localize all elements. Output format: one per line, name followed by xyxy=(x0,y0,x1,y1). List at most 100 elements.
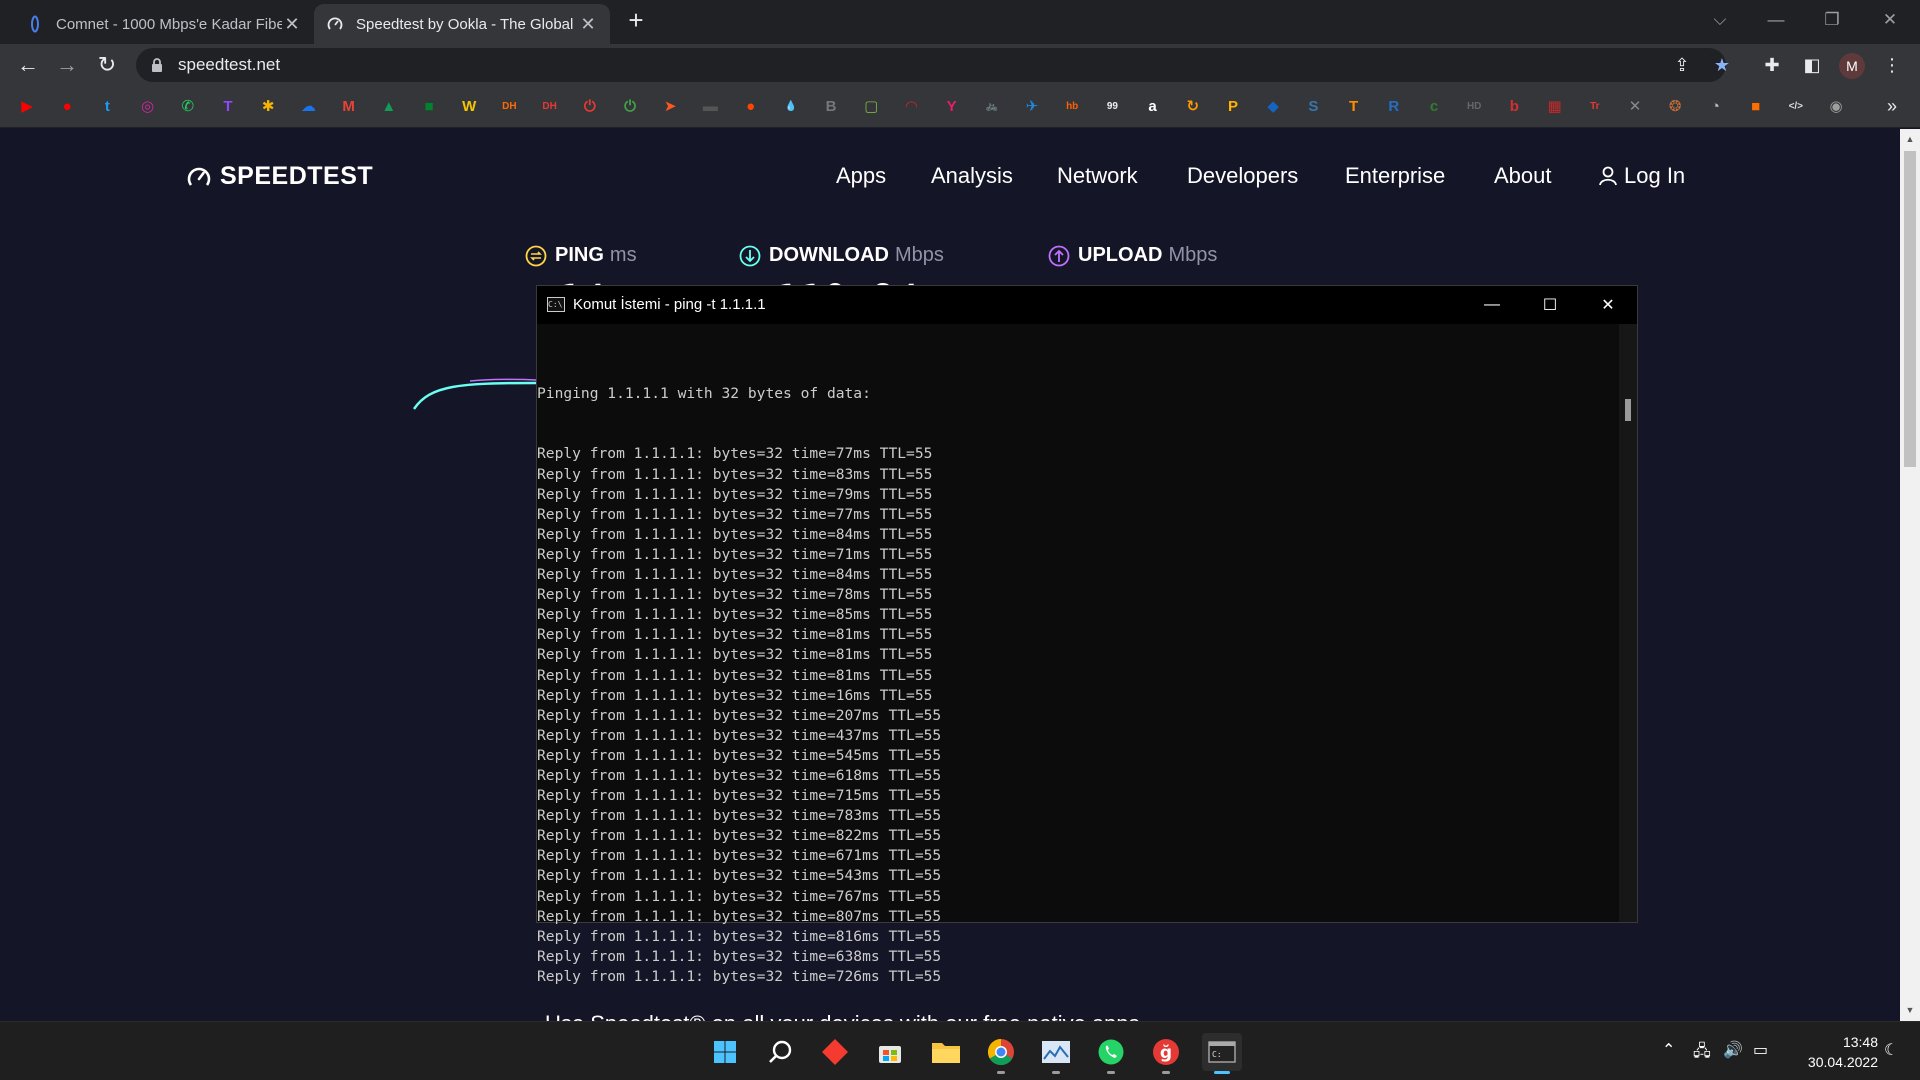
gauge-icon[interactable]: ◠ xyxy=(901,97,922,117)
page-scrollbar[interactable]: ▲ ▼ xyxy=(1900,129,1920,1021)
terminal-title-bar[interactable]: C:\ Komut İstemi - ping -t 1.1.1.1 — ☐ ✕ xyxy=(537,286,1637,324)
reload-button[interactable]: ↻ xyxy=(93,51,121,79)
close-tab-icon[interactable]: ✕ xyxy=(282,14,302,35)
scrollbar-thumb[interactable] xyxy=(1904,151,1916,467)
bike-icon[interactable]: 🚲 xyxy=(981,97,1002,117)
nav-network[interactable]: Network xyxy=(1057,163,1138,189)
hb-icon[interactable]: hb xyxy=(1062,97,1083,117)
amazon-icon[interactable]: a xyxy=(1142,97,1163,117)
refresh-orange-icon[interactable]: ↻ xyxy=(1182,97,1203,117)
globe-icon[interactable]: ◉ xyxy=(1826,97,1846,117)
drive-icon[interactable]: ▲ xyxy=(378,97,399,117)
99-icon[interactable]: 99 xyxy=(1102,97,1123,117)
nav-about[interactable]: About xyxy=(1494,163,1552,189)
taskbar-whatsapp[interactable] xyxy=(1091,1033,1131,1074)
w-icon[interactable]: W xyxy=(459,97,480,117)
terminal-maximize-icon[interactable]: ☐ xyxy=(1521,286,1579,324)
scroll-down-arrow-icon[interactable]: ▼ xyxy=(1905,1005,1915,1015)
tr-icon[interactable]: Tr xyxy=(1584,97,1605,117)
taskbar-red-app[interactable]: ğ xyxy=(1146,1033,1186,1074)
green-c-icon[interactable]: c xyxy=(1424,97,1444,117)
terminal-output[interactable]: Pinging 1.1.1.1 with 32 bytes of data: R… xyxy=(537,344,1617,987)
speedometer-icon[interactable]: ◔ xyxy=(1705,97,1726,117)
profile-avatar[interactable]: M xyxy=(1839,53,1865,79)
power-green-icon[interactable]: ⏻ xyxy=(620,97,640,117)
terminal-scrollbar-thumb[interactable] xyxy=(1625,399,1631,421)
cloud-icon[interactable]: ☁ xyxy=(298,97,319,117)
taskbar-search[interactable] xyxy=(760,1033,800,1071)
whatsapp-icon[interactable]: ✆ xyxy=(177,97,198,117)
dh-red-icon[interactable]: DH xyxy=(539,97,560,117)
terminal-scrollbar[interactable] xyxy=(1619,324,1637,922)
side-panel-icon[interactable]: ◧ xyxy=(1800,53,1824,77)
login-link[interactable]: Log In xyxy=(1598,163,1685,189)
tab-search-chevron-icon[interactable]: ⌵ xyxy=(1692,0,1748,40)
back-button[interactable]: ← xyxy=(14,51,42,79)
close-window-icon[interactable]: ✕ xyxy=(1862,0,1918,40)
pinwheel-icon[interactable]: ✱ xyxy=(258,97,279,117)
dh-icon[interactable]: DH xyxy=(499,97,520,117)
restore-window-icon[interactable]: ❐ xyxy=(1804,0,1860,40)
gmail-icon[interactable]: M xyxy=(338,97,359,117)
p-icon[interactable]: P xyxy=(1223,97,1243,117)
taskbar-windows-start[interactable] xyxy=(705,1033,745,1071)
taskbar-file-explorer[interactable] xyxy=(926,1033,966,1071)
orange-square-icon[interactable]: ■ xyxy=(1745,97,1766,117)
scroll-up-arrow-icon[interactable]: ▲ xyxy=(1905,134,1915,144)
forward-button[interactable]: → xyxy=(53,51,81,79)
r-icon[interactable]: R xyxy=(1383,97,1404,117)
yandex-icon[interactable]: Y xyxy=(941,97,962,117)
new-tab-button[interactable]: + xyxy=(622,6,650,34)
power-red-icon[interactable]: ⏻ xyxy=(579,97,600,117)
tab-speedtest[interactable]: Speedtest by Ookla - The Global Broadban… xyxy=(314,4,610,44)
extensions-puzzle-icon[interactable]: ✚ xyxy=(1760,53,1784,77)
hd-icon[interactable]: HD xyxy=(1464,97,1485,117)
close-tab-icon[interactable]: ✕ xyxy=(578,14,598,35)
dark-blue-icon[interactable]: ◆ xyxy=(1263,97,1284,117)
command-prompt-window[interactable]: C:\ Komut İstemi - ping -t 1.1.1.1 — ☐ ✕… xyxy=(536,285,1638,985)
network-icon[interactable]: 🖧 xyxy=(1693,1040,1711,1067)
tab-comnet[interactable]: Comnet - 1000 Mbps'e Kadar Fiber ✕ xyxy=(14,4,314,44)
taskbar-image-viewer[interactable] xyxy=(1036,1033,1076,1074)
code-icon[interactable]: </> xyxy=(1785,97,1806,117)
t-orange-icon[interactable]: T xyxy=(1343,97,1364,117)
show-hidden-icons-chevron-icon[interactable]: ⌃ xyxy=(1662,1040,1675,1060)
python-icon[interactable]: S xyxy=(1303,97,1324,117)
more-bookmarks-icon[interactable]: » xyxy=(1880,94,1904,118)
terminal-minimize-icon[interactable]: — xyxy=(1463,286,1521,324)
reddit-icon[interactable]: ● xyxy=(740,97,761,117)
nav-analysis[interactable]: Analysis xyxy=(931,163,1013,189)
bookmark-star-icon[interactable]: ★ xyxy=(1710,53,1734,77)
terminal-close-icon[interactable]: ✕ xyxy=(1579,286,1637,324)
dark-badge-icon[interactable]: ▬ xyxy=(700,97,721,117)
taskbar-chrome[interactable] xyxy=(981,1033,1021,1074)
twitch-icon[interactable]: T xyxy=(218,97,238,117)
taskbar-red-diamond-app[interactable] xyxy=(815,1033,855,1071)
meet-icon[interactable]: ■ xyxy=(419,97,439,117)
green-square-icon[interactable]: ▢ xyxy=(861,97,882,117)
arrow-orange-icon[interactable]: ➤ xyxy=(660,97,681,117)
notification-moon-icon[interactable]: ☾ xyxy=(1884,1040,1898,1060)
nav-apps[interactable]: Apps xyxy=(836,163,886,189)
btk-icon[interactable]: B xyxy=(821,97,841,117)
battery-icon[interactable]: ▭ xyxy=(1753,1040,1768,1060)
share-icon[interactable]: ⇪ xyxy=(1670,53,1694,77)
speedtest-logo[interactable]: SPEEDTEST xyxy=(186,162,373,191)
twitter-icon[interactable]: t xyxy=(97,97,118,117)
volume-icon[interactable]: 🔊 xyxy=(1723,1040,1743,1060)
drop-icon[interactable]: 💧 xyxy=(780,97,801,117)
b-red-icon[interactable]: b xyxy=(1504,97,1525,117)
system-clock[interactable]: 13:48 30.04.2022 xyxy=(1786,1032,1878,1072)
taskbar-terminal[interactable]: C: xyxy=(1202,1033,1242,1074)
nav-enterprise[interactable]: Enterprise xyxy=(1345,163,1445,189)
cross-icon[interactable]: ✕ xyxy=(1625,97,1645,117)
youtube-music-icon[interactable]: ● xyxy=(57,97,78,117)
bird-icon[interactable]: ✈ xyxy=(1022,97,1042,117)
youtube-icon[interactable]: ▶ xyxy=(17,97,37,117)
browser-menu-icon[interactable]: ⋮ xyxy=(1880,53,1904,77)
address-bar[interactable]: speedtest.net xyxy=(136,48,1726,82)
minimize-window-icon[interactable]: — xyxy=(1748,0,1804,40)
grid-red-icon[interactable]: ▦ xyxy=(1544,97,1565,117)
nav-developers[interactable]: Developers xyxy=(1187,163,1298,189)
taskbar-microsoft-store[interactable] xyxy=(870,1033,910,1071)
